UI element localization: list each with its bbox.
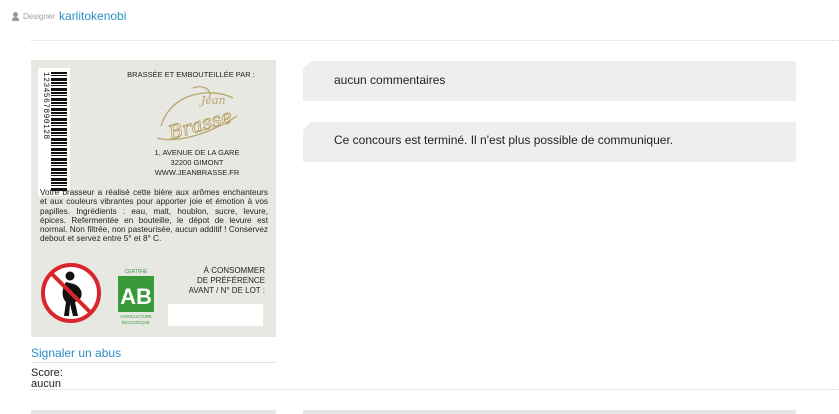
- consume-line: AVANT / N° DE LOT :: [188, 286, 265, 295]
- address-line: 32200 GIMONT: [170, 158, 224, 167]
- brewery-address: 1, AVENUE DE LA GARE 32200 GIMONT WWW.JE…: [127, 148, 267, 178]
- report-divider: [31, 362, 276, 363]
- ab-organic-logo: CERTIFIÉ AB AGRICULTURE BIOLOGIQUE: [118, 268, 154, 325]
- top-divider: [30, 40, 839, 41]
- designer-label: Designer: [23, 11, 56, 21]
- contest-closed-text: Ce concours est terminé. Il n'est plus p…: [334, 133, 674, 147]
- beer-description: Votre brasseur a réalisé cette bière aux…: [40, 188, 268, 244]
- user-icon: [12, 11, 19, 21]
- brewery-logo: Jean Brasse: [156, 86, 238, 145]
- ab-bottom-line: AGRICULTURE: [120, 314, 152, 319]
- next-entry-edge: [31, 410, 276, 414]
- svg-text:Brasse: Brasse: [165, 105, 235, 144]
- bottom-divider: [30, 389, 839, 390]
- ab-letters: AB: [120, 284, 152, 309]
- address-line: 1, AVENUE DE LA GARE: [154, 148, 240, 157]
- address-line: WWW.JEANBRASSE.FR: [154, 168, 240, 177]
- designer-name-link[interactable]: karlitokenobi: [59, 9, 126, 23]
- comment-bubble: aucun commentaires: [303, 61, 796, 101]
- barcode: 1234567890128: [38, 68, 70, 196]
- no-pregnant-women-icon: [41, 263, 101, 323]
- contest-closed-bubble: Ce concours est terminé. Il n'est plus p…: [303, 122, 796, 162]
- svg-text:Jean: Jean: [199, 94, 226, 107]
- next-bubble-edge: [303, 410, 796, 414]
- barcode-digits: 1234567890128: [41, 72, 50, 140]
- no-comments-text: aucun commentaires: [334, 73, 446, 87]
- lot-number-box: [168, 304, 263, 326]
- consume-line: À CONSOMMER: [203, 266, 265, 275]
- ab-bottom-line: BIOLOGIQUE: [122, 320, 150, 325]
- ab-certified-text: CERTIFIÉ: [125, 268, 148, 275]
- consume-line: DE PRÉFÉRENCE: [196, 276, 265, 285]
- brewed-by-text: BRASSÉE ET EMBOUTEILLÉE PAR :: [127, 70, 255, 79]
- consume-before: À CONSOMMER DE PRÉFÉRENCE AVANT / N° DE …: [167, 266, 265, 296]
- barcode-bars: [51, 72, 67, 192]
- score-block: Score: aucun: [31, 368, 63, 390]
- designer-line: Designer karlitokenobi: [12, 9, 126, 23]
- report-abuse-link[interactable]: Signaler un abus: [31, 346, 121, 360]
- entry-image[interactable]: 1234567890128 BRASSÉE ET EMBOUTEILLÉE PA…: [31, 60, 276, 337]
